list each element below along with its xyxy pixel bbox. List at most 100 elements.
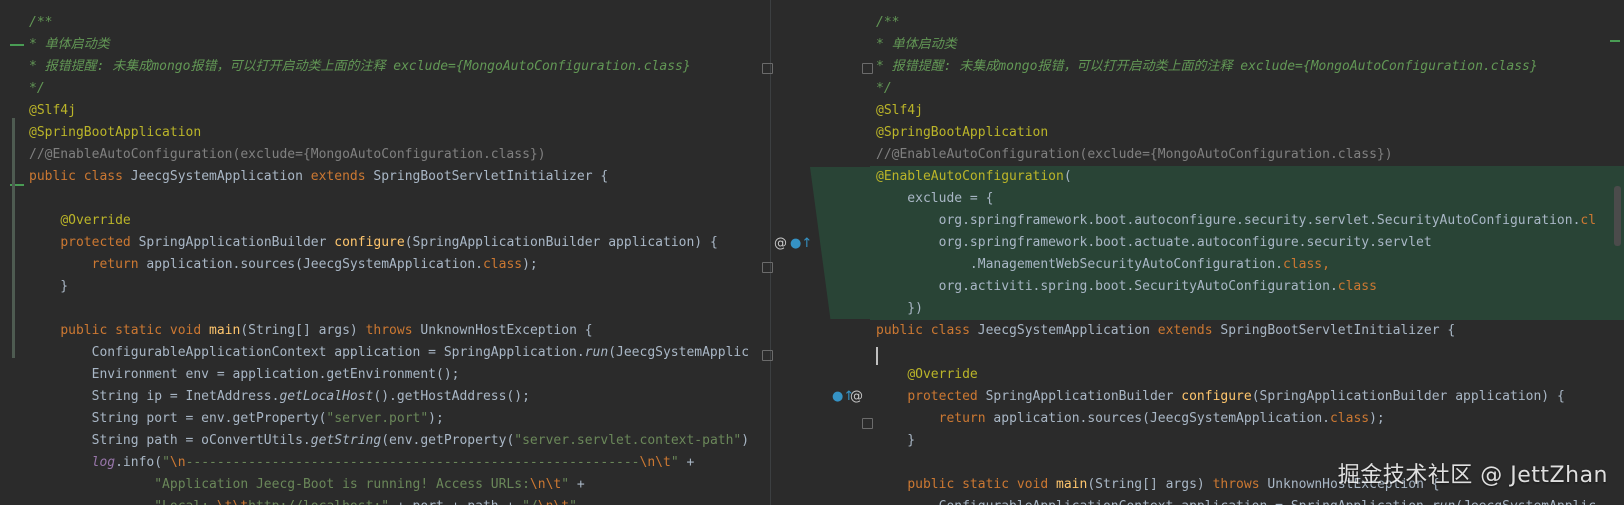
code-token: @Slf4j: [876, 103, 923, 118]
code-token: "Application Jeecg-Boot is running! Acce…: [154, 477, 530, 492]
code-token: */: [876, 81, 892, 96]
code-line[interactable]: ConfigurableApplicationContext applicati…: [876, 496, 1624, 505]
code-line[interactable]: org.activiti.spring.boot.SecurityAutoCon…: [870, 276, 1624, 298]
code-line[interactable]: return application.sources(JeecgSystemAp…: [876, 408, 1624, 430]
code-token: }): [876, 301, 923, 316]
code-line[interactable]: @EnableAutoConfiguration(: [870, 166, 1624, 188]
code-token: configure: [1181, 389, 1252, 404]
code-line[interactable]: "Local: \t\thttp://localhost:" + port + …: [29, 496, 770, 505]
code-line[interactable]: @Override: [876, 364, 1624, 386]
code-line[interactable]: "Application Jeecg-Boot is running! Acce…: [29, 474, 770, 496]
code-token: Environment env = application.getEnviron…: [29, 367, 460, 382]
implements-gutter-icon[interactable]: ●↑: [790, 236, 812, 252]
code-token: String ip = InetAddress.: [29, 389, 280, 404]
code-line[interactable]: /**: [29, 12, 770, 34]
fold-icon[interactable]: [762, 63, 773, 74]
code-line[interactable]: String path = oConvertUtils.getString(en…: [29, 430, 770, 452]
fold-icon[interactable]: [762, 262, 773, 273]
code-line[interactable]: */: [29, 78, 770, 100]
scrollbar-thumb[interactable]: [1614, 186, 1621, 246]
text-caret: [876, 347, 878, 365]
right-editor-pane[interactable]: /** * 单体启动类 * 报错提醒: 未集成mongo报错，可以打开启动类上面的注…: [870, 0, 1624, 505]
code-line[interactable]: return application.sources(JeecgSystemAp…: [29, 254, 770, 276]
code-token: @Override: [907, 367, 978, 382]
code-token: class: [482, 257, 523, 272]
code-line[interactable]: @Slf4j: [876, 100, 1624, 122]
fold-icon[interactable]: [862, 418, 873, 429]
fold-icon[interactable]: [762, 350, 773, 361]
code-line[interactable]: log.info("\n----------------------------…: [29, 452, 770, 474]
code-token: /**: [876, 15, 900, 30]
code-token: (env.getProperty(: [381, 433, 515, 448]
code-line[interactable]: org.springframework.boot.autoconfigure.s…: [870, 210, 1624, 232]
code-line[interactable]: @SpringBootApplication: [876, 122, 1624, 144]
code-line[interactable]: @SpringBootApplication: [29, 122, 770, 144]
override-gutter-icon[interactable]: @: [774, 236, 787, 252]
code-token: (SpringApplicationBuilder application) {: [404, 235, 718, 250]
code-line[interactable]: }): [870, 298, 1624, 320]
left-code-view[interactable]: /** * 单体启动类 * 报错提醒: 未集成mongo报错，可以打开启动类上面的注…: [29, 12, 770, 505]
code-line[interactable]: String ip = InetAddress.getLocalHost().g…: [29, 386, 770, 408]
code-line[interactable]: * 单体启动类: [29, 34, 770, 56]
code-token: log: [91, 455, 116, 470]
code-token: * 报错提醒: 未集成mongo报错，可以打开启动类上面的注释 exclude=…: [29, 59, 691, 74]
code-line[interactable]: Environment env = application.getEnviron…: [29, 364, 770, 386]
code-token: public class: [876, 323, 978, 338]
code-line[interactable]: ConfigurableApplicationContext applicati…: [29, 342, 770, 364]
code-token: SpringApplicationBuilder: [138, 235, 335, 250]
code-line[interactable]: */: [876, 78, 1624, 100]
fold-icon[interactable]: [862, 63, 873, 74]
code-line[interactable]: @Override: [29, 210, 770, 232]
code-token: * 报错提醒: 未集成mongo报错，可以打开启动类上面的注释 exclude=…: [876, 59, 1538, 74]
code-line[interactable]: [876, 342, 1624, 364]
code-token: String port = env.getProperty(: [29, 411, 327, 426]
code-token: main: [209, 323, 241, 338]
code-token: (: [1063, 169, 1072, 184]
code-token: @SpringBootApplication: [29, 125, 202, 140]
code-token: (String[] args): [240, 323, 366, 338]
change-marker: [10, 44, 24, 46]
code-line[interactable]: }: [876, 430, 1624, 452]
code-token: configure: [334, 235, 405, 250]
code-line[interactable]: String port = env.getProperty("server.po…: [29, 408, 770, 430]
right-code-view[interactable]: /** * 单体启动类 * 报错提醒: 未集成mongo报错，可以打开启动类上面的注…: [870, 12, 1624, 505]
code-line[interactable]: @Slf4j: [29, 100, 770, 122]
code-token: ": [162, 455, 170, 470]
code-line[interactable]: public class JeecgSystemApplication exte…: [876, 320, 1624, 342]
code-token: (JeecgSystemApplic: [608, 345, 750, 360]
code-line[interactable]: * 报错提醒: 未集成mongo报错，可以打开启动类上面的注释 exclude=…: [876, 56, 1624, 78]
code-line[interactable]: [29, 188, 770, 210]
code-line[interactable]: //@EnableAutoConfiguration(exclude={Mong…: [29, 144, 770, 166]
code-token: \n\t: [538, 499, 569, 505]
code-token: cl: [1580, 213, 1597, 228]
code-line[interactable]: }: [29, 276, 770, 298]
code-token: }: [876, 433, 916, 448]
left-editor-pane[interactable]: /** * 单体启动类 * 报错提醒: 未集成mongo报错，可以打开启动类上面的注…: [0, 0, 770, 505]
code-line[interactable]: //@EnableAutoConfiguration(exclude={Mong…: [876, 144, 1624, 166]
code-line[interactable]: /**: [876, 12, 1624, 34]
code-token: );: [1369, 411, 1385, 426]
code-token: (JeecgSystemApplic: [1455, 499, 1596, 505]
code-line[interactable]: protected SpringApplicationBuilder confi…: [29, 232, 770, 254]
code-line[interactable]: [29, 298, 770, 320]
code-line[interactable]: * 单体启动类: [876, 34, 1624, 56]
code-line[interactable]: .ManagementWebSecurityAutoConfiguration.…: [870, 254, 1624, 276]
code-token: UnknownHostException {: [420, 323, 593, 338]
code-line[interactable]: public class JeecgSystemApplication exte…: [29, 166, 770, 188]
code-token: "server.servlet.context-path": [514, 433, 742, 448]
code-line[interactable]: public static void main(String[] args) t…: [29, 320, 770, 342]
code-token: );: [522, 257, 538, 272]
code-token: return: [938, 411, 994, 426]
code-line[interactable]: org.springframework.boot.actuate.autocon…: [870, 232, 1624, 254]
code-line[interactable]: protected SpringApplicationBuilder confi…: [876, 386, 1624, 408]
watermark: 掘金技术社区 @ JettZhan: [1337, 463, 1608, 488]
override-gutter-icon[interactable]: @: [850, 389, 863, 405]
code-token: class: [1329, 411, 1370, 426]
code-token: +: [678, 455, 695, 470]
code-line[interactable]: * 报错提醒: 未集成mongo报错，可以打开启动类上面的注释 exclude=…: [29, 56, 770, 78]
code-line[interactable]: exclude = {: [870, 188, 1624, 210]
